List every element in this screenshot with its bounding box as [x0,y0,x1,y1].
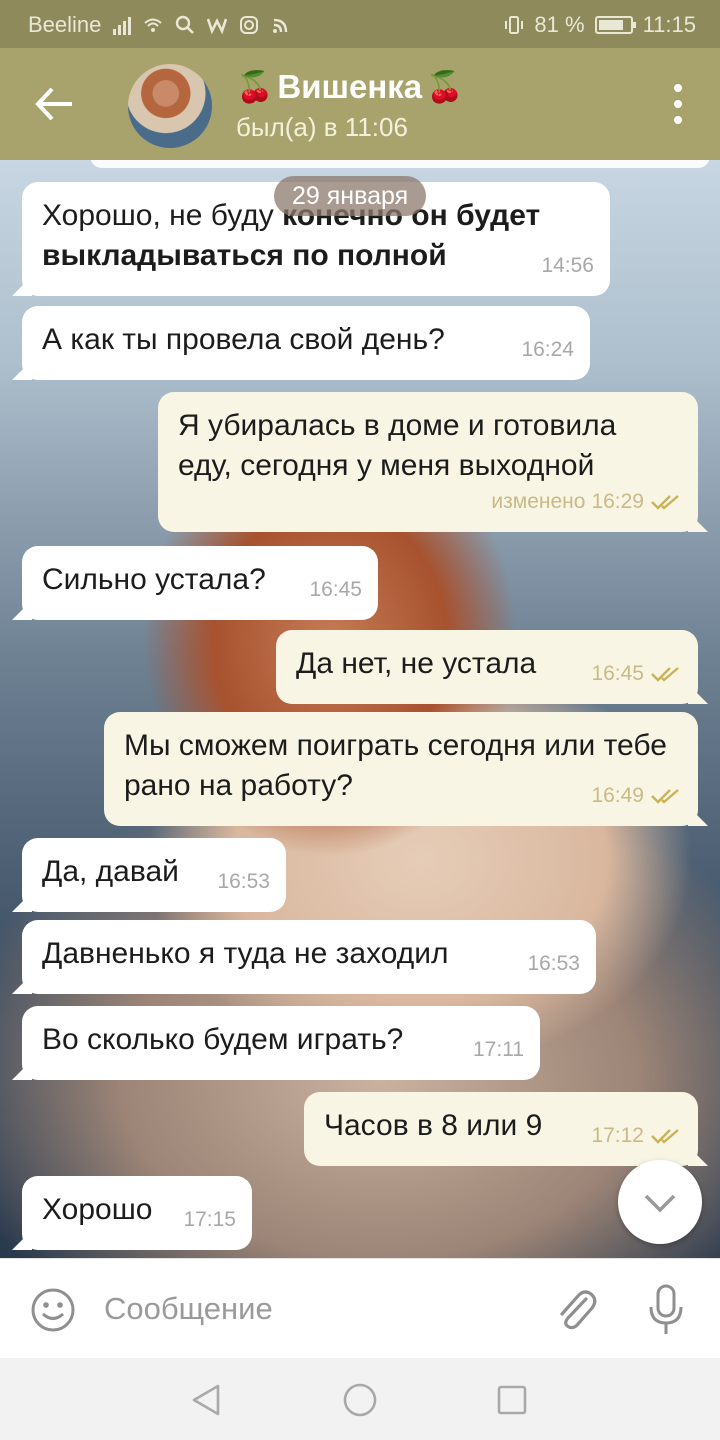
smile-icon[interactable] [30,1287,76,1333]
w-app-icon [207,18,228,35]
rss-icon [273,18,288,33]
battery-percent: 81 % [534,12,585,37]
message-text: А как ты провела свой день? [42,323,445,356]
message-meta: изменено 16:29 [491,482,682,522]
message-input[interactable] [104,1279,524,1339]
avatar[interactable] [128,64,212,148]
date-chip: 29 января [274,176,427,216]
message-time: 16:53 [527,952,580,975]
message-time: 16:24 [521,338,574,361]
previous-message-edge [90,160,710,168]
message-composer [0,1258,720,1358]
message-meta: 17:12 [591,1116,682,1156]
chat-header: 🍒 Вишенка 🍒 был(а) в 11:06 [0,48,720,160]
message-outgoing[interactable]: Да нет, не устала 16:45 [276,630,698,704]
message-time: 17:11 [473,1038,524,1061]
read-checks-icon [651,495,679,510]
contact-name: Вишенка [277,68,423,105]
message-outgoing[interactable]: Я убиралась в доме и готовила еду, сегод… [158,392,698,532]
signal-icon [113,15,132,35]
chat-messages[interactable]: Хорошо, не буду конечно он будет выклады… [0,160,720,1258]
microphone-icon[interactable] [646,1283,686,1337]
read-checks-icon [651,667,679,682]
message-time: 17:12 [591,1124,644,1147]
message-text: Я убиралась в доме и готовила еду, сегод… [178,409,617,482]
message-text: Во сколько будем играть? [42,1023,404,1056]
arrow-left-icon[interactable] [30,84,80,124]
message-text: Сильно устала? [42,563,266,596]
message-text: Хорошо [42,1193,153,1226]
last-seen-status: был(а) в 11:06 [236,112,408,142]
message-time: 16:53 [217,870,270,893]
carrier-label: Beeline [28,12,102,37]
instagram-icon [240,16,259,34]
search-icon [176,15,195,34]
paperclip-icon[interactable] [552,1285,600,1335]
message-time: 14:56 [541,254,594,277]
chevron-down-icon[interactable] [618,1160,702,1244]
edited-label: изменено [491,490,586,513]
message-incoming[interactable]: Давненько я туда не заходил 16:53 [22,920,596,994]
cherry-emoji-right: 🍒 [426,70,464,104]
message-text: Давненько я туда не заходил [42,937,449,970]
battery-level [598,20,623,30]
message-meta: 16:45 [591,654,682,694]
message-incoming[interactable]: Да, давай 16:53 [22,838,286,912]
cherry-emoji-left: 🍒 [236,70,274,104]
message-incoming[interactable]: Сильно устала? 16:45 [22,546,378,620]
message-time: 16:45 [309,578,362,601]
message-meta: 16:49 [591,776,682,816]
back-triangle-icon[interactable] [186,1380,226,1420]
message-time: 16:45 [591,662,644,685]
battery-icon [594,16,636,34]
message-time: 17:15 [183,1208,236,1231]
message-time: 16:29 [591,490,644,513]
vibrate-icon [505,16,524,34]
message-time: 16:49 [591,784,644,807]
status-bar: Beeline 81 % 11:15 [0,0,720,48]
home-circle-icon[interactable] [340,1380,380,1420]
message-incoming[interactable]: Хорошо 17:15 [22,1176,252,1250]
message-outgoing[interactable]: Мы сможем поиграть сегодня или тебе рано… [104,712,698,826]
system-nav-bar [0,1358,720,1440]
clock: 11:15 [642,12,696,37]
message-incoming[interactable]: Во сколько будем играть? 17:11 [22,1006,540,1080]
read-checks-icon [651,1129,679,1144]
message-text: Да, давай [42,855,179,888]
more-vertical-icon[interactable] [672,84,684,124]
chat-title[interactable]: 🍒 Вишенка 🍒 [236,68,464,106]
wifi-icon [144,18,163,32]
read-checks-icon [651,789,679,804]
message-outgoing[interactable]: Часов в 8 или 9 17:12 [304,1092,698,1166]
recents-square-icon[interactable] [492,1380,532,1420]
message-incoming[interactable]: А как ты провела свой день? 16:24 [22,306,590,380]
